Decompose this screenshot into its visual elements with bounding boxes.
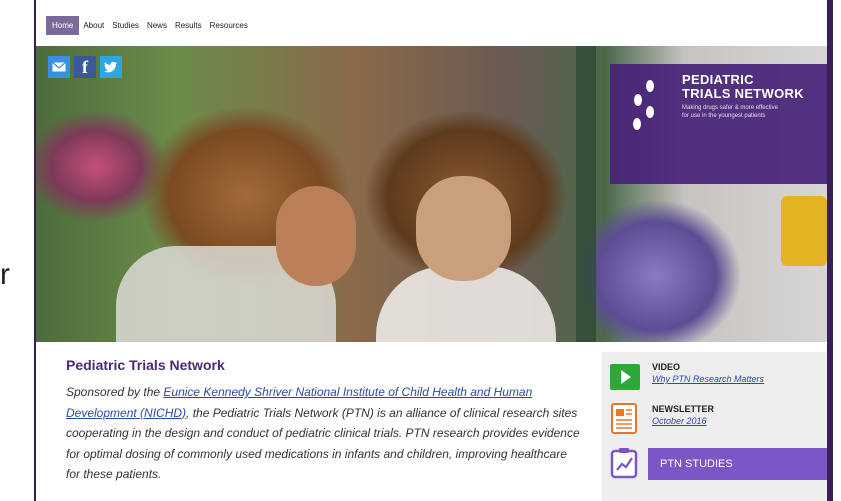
right-margin [833, 0, 841, 501]
right-rail: VIDEO Why PTN Research Matters NEWSLETTE… [602, 352, 827, 501]
ptn-studies-button[interactable]: PTN STUDIES [648, 448, 827, 480]
logo-line-2: TRIALS NETWORK [682, 86, 804, 101]
hero-pole [576, 46, 596, 342]
studies-item [610, 448, 640, 479]
nav-news[interactable]: News [143, 16, 171, 35]
logo-tagline-2: for use in the youngest patients [682, 113, 766, 119]
hero-child-face [416, 176, 511, 281]
hero-taxi [781, 196, 827, 266]
nav-home[interactable]: Home [46, 15, 80, 35]
intro-lead: Sponsored by the [66, 385, 164, 399]
logo-tagline: Making drugs safer & more effective for … [682, 104, 812, 120]
footprints-icon [628, 76, 660, 131]
video-item: VIDEO Why PTN Research Matters [610, 362, 764, 392]
left-margin: r [0, 0, 34, 501]
page-title: Pediatric Trials Network [66, 357, 225, 373]
stray-text: r [0, 258, 10, 291]
newsletter-item: NEWSLETTER October 2016 [610, 403, 714, 434]
video-label: VIDEO [652, 362, 681, 372]
nav-resources[interactable]: Resources [206, 16, 252, 35]
social-links: f [48, 56, 122, 78]
hero-mother-face [276, 186, 356, 286]
nav-about[interactable]: About [79, 16, 108, 35]
twitter-icon[interactable] [100, 56, 122, 78]
studies-icon[interactable] [610, 448, 640, 479]
video-link[interactable]: Why PTN Research Matters [652, 374, 764, 384]
newsletter-icon[interactable] [610, 403, 640, 434]
logo-tagline-1: Making drugs safer & more effective [682, 105, 778, 111]
newsletter-link[interactable]: October 2016 [652, 416, 714, 426]
intro-paragraph: Sponsored by the Eunice Kennedy Shriver … [66, 382, 581, 485]
hero-image: f PEDIATRIC TRIALS NETWORK Making drugs … [36, 46, 827, 342]
play-icon[interactable] [610, 362, 640, 392]
top-nav: Home About Studies News Results Resource… [46, 14, 252, 36]
nav-results[interactable]: Results [171, 16, 206, 35]
mail-icon[interactable] [48, 56, 70, 78]
nav-studies[interactable]: Studies [108, 16, 143, 35]
facebook-glyph: f [82, 56, 88, 77]
newsletter-label: NEWSLETTER [652, 404, 714, 414]
ptn-logo[interactable]: PEDIATRIC TRIALS NETWORK Making drugs sa… [610, 64, 827, 184]
page: Home About Studies News Results Resource… [34, 0, 833, 501]
logo-line-1: PEDIATRIC [682, 72, 754, 87]
facebook-icon[interactable]: f [74, 56, 96, 78]
